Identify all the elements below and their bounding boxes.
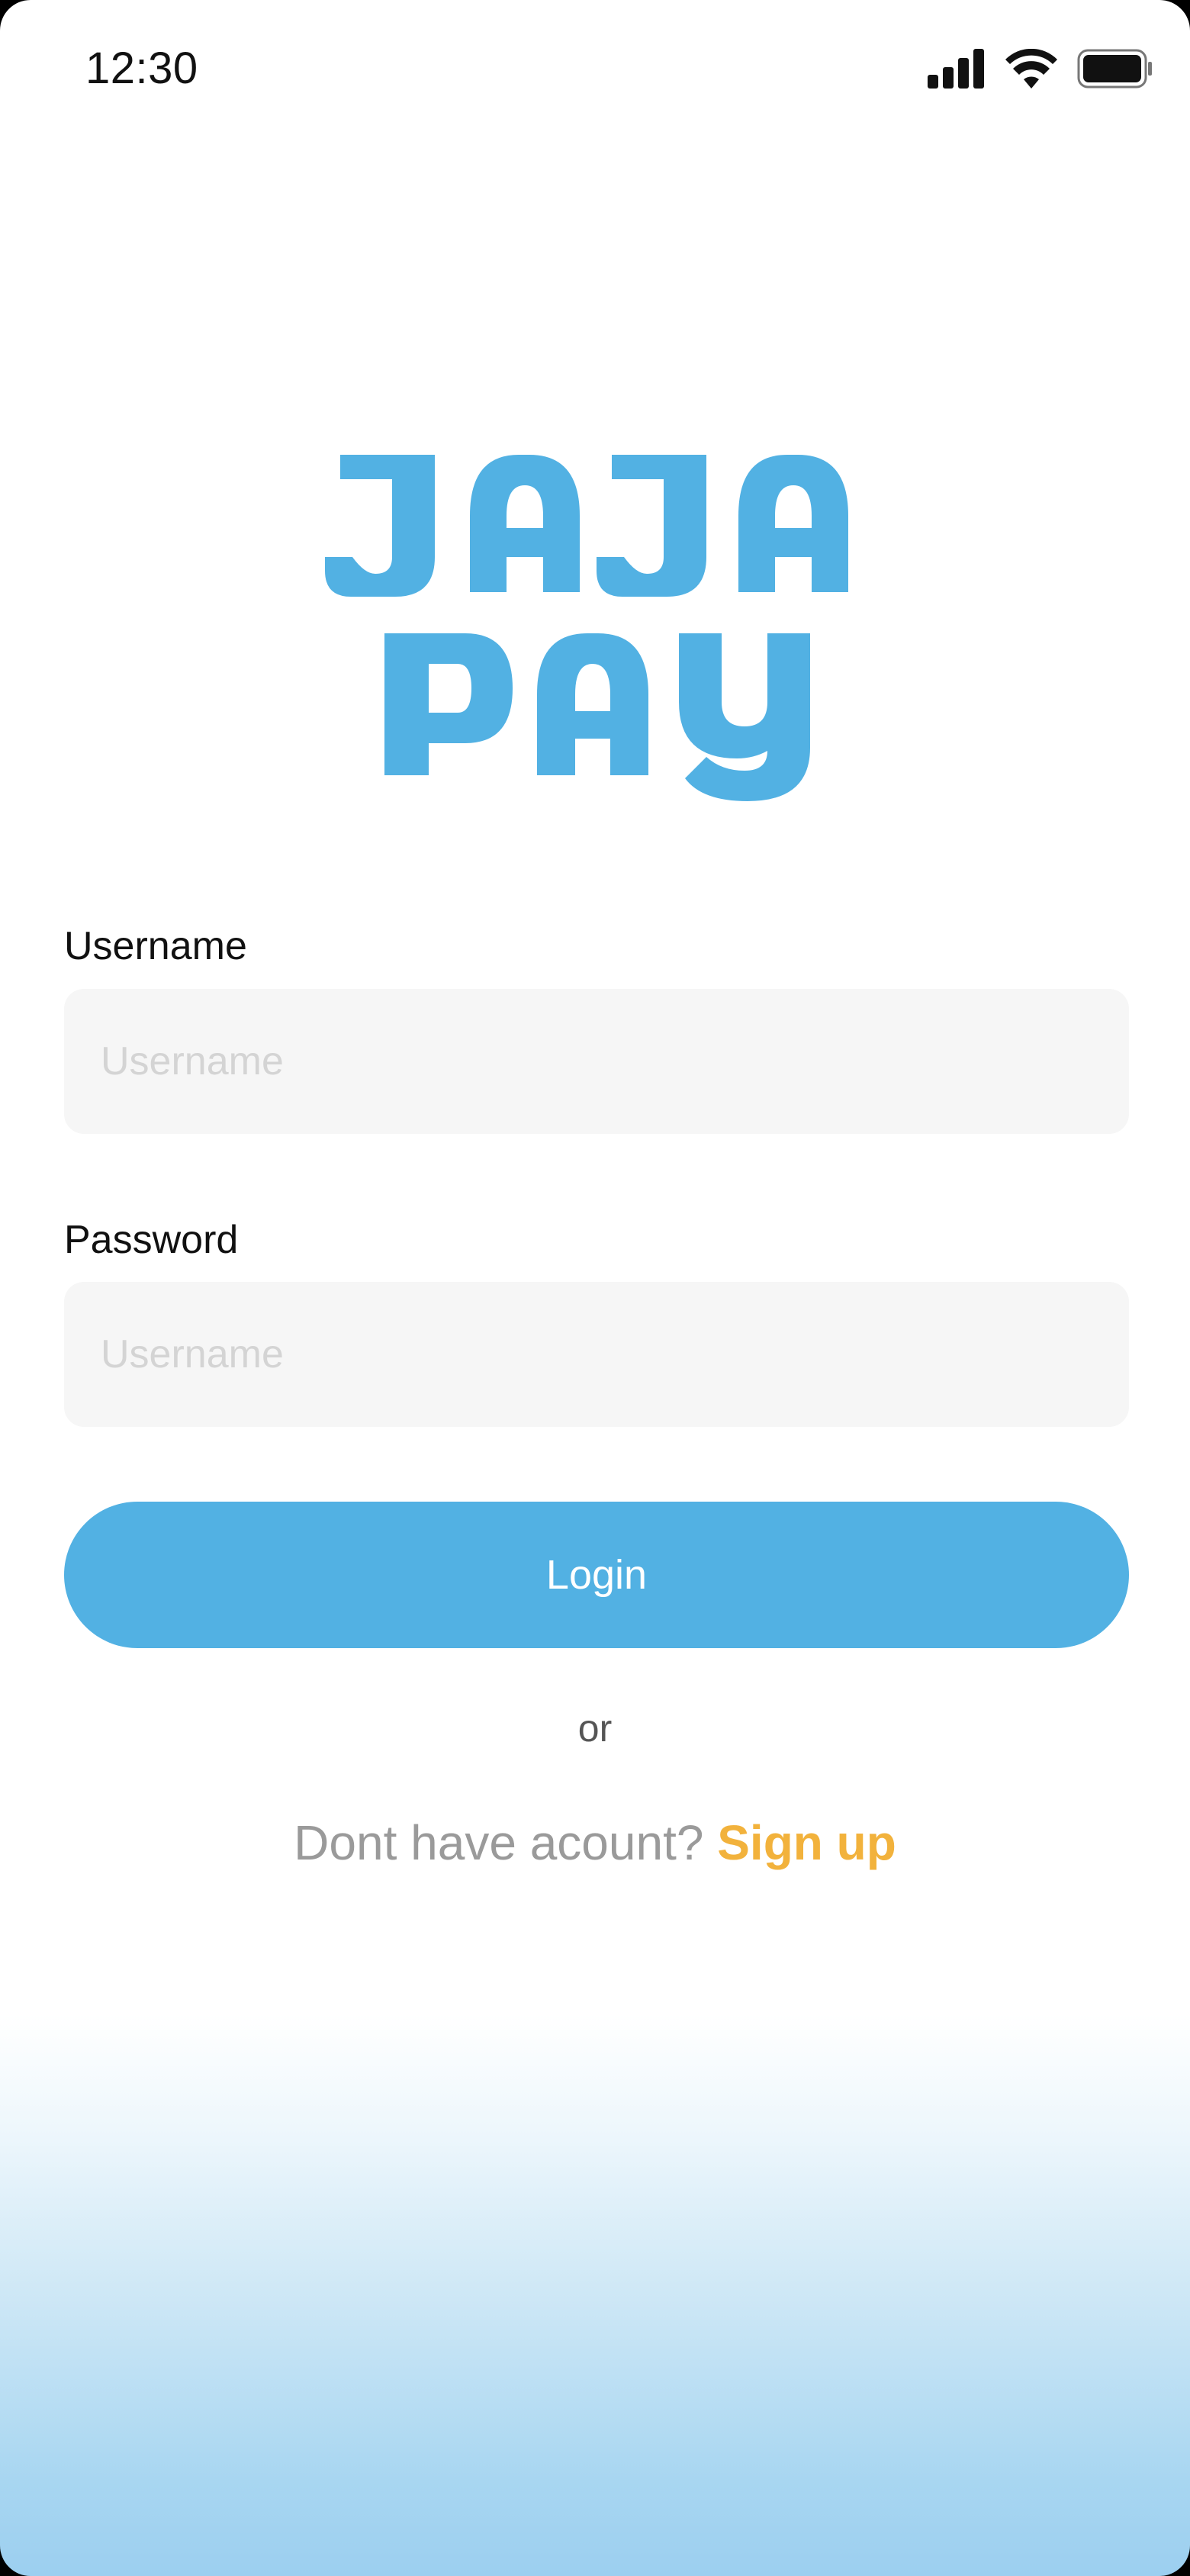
username-input-container (64, 989, 1129, 1134)
brand-logo (320, 443, 870, 801)
username-input[interactable] (64, 989, 1129, 1134)
status-time: 12:30 (85, 43, 198, 93)
or-divider-text: or (577, 1707, 613, 1750)
username-label: Username (64, 924, 247, 968)
status-icons (928, 46, 1153, 92)
signup-link[interactable]: Sign up (717, 1815, 896, 1870)
signup-prompt: Dont have acount? (294, 1815, 718, 1870)
password-input-container (64, 1282, 1129, 1427)
signup-row: Dont have acount? Sign up (0, 1808, 1190, 1877)
signal-icon (928, 49, 986, 89)
wifi-icon (1005, 49, 1057, 89)
login-screen: 12:30 Username Username Password Login o… (0, 0, 1190, 2576)
battery-icon (1077, 49, 1153, 89)
password-input[interactable] (64, 1282, 1129, 1427)
password-label: Password (64, 1218, 239, 1262)
login-button[interactable]: Login (64, 1502, 1129, 1648)
